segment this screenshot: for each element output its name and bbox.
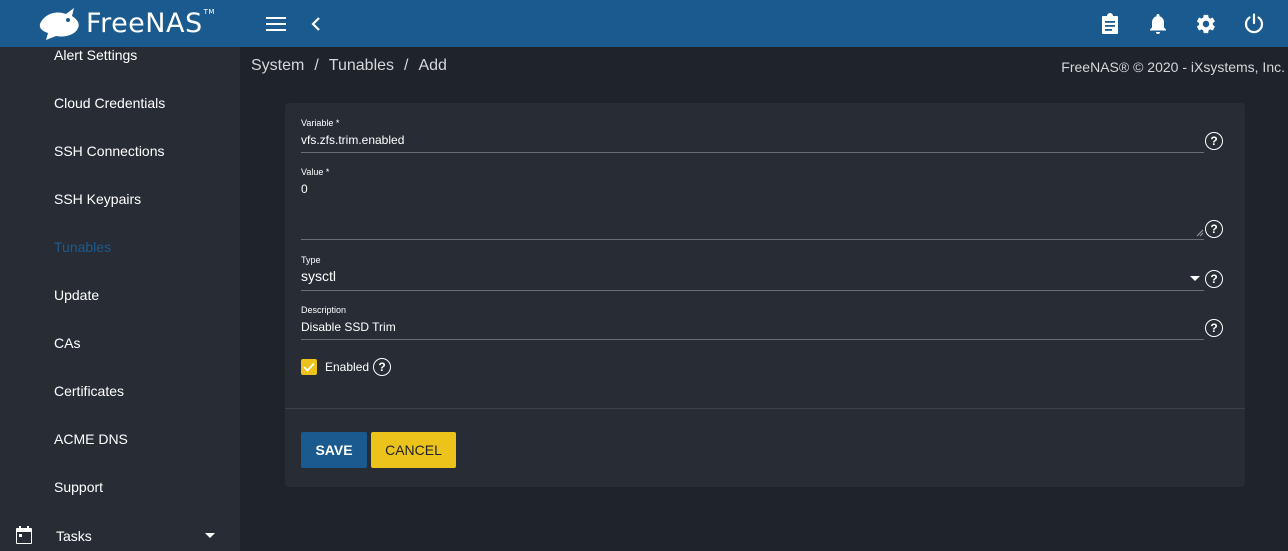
description-input[interactable]: Disable SSD Trim: [301, 320, 1204, 334]
type-select[interactable]: Type sysctl: [301, 255, 1204, 291]
description-help-icon[interactable]: ?: [1205, 319, 1223, 337]
description-field[interactable]: Description Disable SSD Trim: [301, 305, 1204, 341]
variable-label: Variable *: [301, 118, 340, 128]
task-manager-button[interactable]: [1095, 9, 1125, 39]
save-button[interactable]: SAVE: [301, 432, 367, 468]
clipboard-icon: [1102, 13, 1118, 34]
resize-handle-icon[interactable]: [1196, 229, 1204, 237]
breadcrumb-separator: /: [314, 57, 319, 74]
form-divider: [285, 408, 1245, 409]
logo-text: FreeNASTM: [86, 8, 215, 39]
enabled-checkbox[interactable]: [301, 359, 317, 375]
menu-toggle-button[interactable]: [261, 9, 291, 39]
sidebar-item-cloud-credentials[interactable]: Cloud Credentials: [54, 95, 165, 111]
chevron-down-icon: [1190, 276, 1200, 281]
value-textarea[interactable]: 0: [301, 182, 1204, 196]
breadcrumb-item-system[interactable]: System: [251, 57, 304, 75]
breadcrumb-separator: /: [404, 57, 409, 74]
calendar-icon: [14, 525, 36, 547]
sidebar-item-acme-dns[interactable]: ACME DNS: [54, 431, 128, 447]
enabled-help-icon[interactable]: ?: [373, 358, 391, 376]
logo[interactable]: FreeNASTM: [0, 0, 240, 47]
breadcrumb-item-tunables[interactable]: Tunables: [329, 57, 394, 75]
power-icon: [1244, 13, 1264, 34]
type-underline: [301, 290, 1204, 291]
settings-button[interactable]: [1191, 9, 1221, 39]
value-underline: [301, 239, 1204, 240]
bell-icon: [1150, 14, 1166, 34]
sidebar-item-alert-settings[interactable]: Alert Settings: [54, 47, 137, 63]
enabled-label: Enabled: [325, 360, 370, 374]
type-help-icon[interactable]: ?: [1205, 270, 1223, 288]
variable-field[interactable]: Variable * vfs.zfs.trim.enabled: [301, 118, 1204, 154]
variable-help-icon[interactable]: ?: [1205, 132, 1223, 150]
sidebar-item-ssh-keypairs[interactable]: SSH Keypairs: [54, 191, 141, 207]
chevron-left-icon: [311, 17, 320, 31]
sidebar-item-label: Tasks: [56, 528, 92, 544]
sidebar-item-tasks[interactable]: Tasks: [0, 521, 240, 551]
top-bar: FreeNASTM: [0, 0, 1288, 47]
value-label: Value *: [301, 167, 330, 177]
power-button[interactable]: [1239, 9, 1269, 39]
value-help-icon[interactable]: ?: [1205, 220, 1223, 238]
sidebar-item-ssh-connections[interactable]: SSH Connections: [54, 143, 165, 159]
gear-icon: [1196, 14, 1215, 34]
sidebar-item-update[interactable]: Update: [54, 287, 99, 303]
variable-underline: [301, 152, 1204, 153]
chevron-down-icon: [205, 533, 215, 538]
type-label: Type: [301, 255, 321, 265]
breadcrumb: System / Tunables / Add: [251, 57, 447, 75]
cancel-button[interactable]: CANCEL: [371, 432, 456, 468]
tunable-form-card: Variable * vfs.zfs.trim.enabled ? Value …: [285, 103, 1245, 487]
freenas-logo-icon: [39, 7, 79, 40]
hamburger-menu-icon: [266, 17, 286, 31]
copyright-text: FreeNAS® © 2020 - iXsystems, Inc.: [1061, 59, 1285, 75]
description-underline: [301, 339, 1204, 340]
breadcrumb-item-add: Add: [418, 57, 447, 74]
check-icon: [303, 362, 315, 372]
alerts-button[interactable]: [1143, 9, 1173, 39]
description-label: Description: [301, 305, 347, 315]
value-field[interactable]: Value * 0: [301, 167, 1204, 241]
collapse-sidebar-button[interactable]: [301, 9, 331, 39]
type-selected-value: sysctl: [301, 268, 336, 284]
sidebar-item-cas[interactable]: CAs: [54, 335, 80, 351]
sidebar-item-tunables[interactable]: Tunables: [54, 239, 111, 255]
sidebar: Alert Settings Cloud Credentials SSH Con…: [0, 47, 240, 551]
sidebar-item-support[interactable]: Support: [54, 479, 103, 495]
variable-input[interactable]: vfs.zfs.trim.enabled: [301, 133, 1204, 147]
sidebar-item-certificates[interactable]: Certificates: [54, 383, 124, 399]
